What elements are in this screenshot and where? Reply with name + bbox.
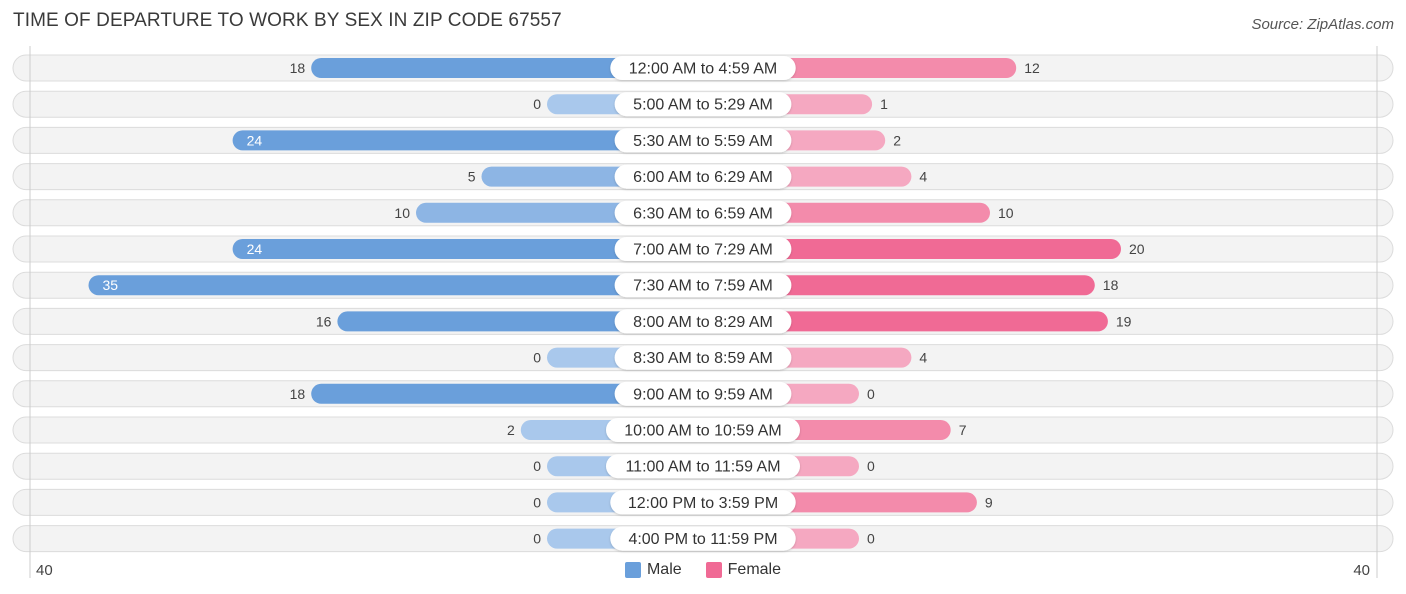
legend-label-female: Female [727, 561, 782, 578]
category-label: 12:00 PM to 3:59 PM [628, 495, 778, 512]
legend: Male Female [0, 561, 1406, 579]
value-label-female: 10 [998, 205, 1014, 221]
category-label: 9:00 AM to 9:59 AM [633, 386, 773, 403]
chart-area: 18 12 12:00 AM to 4:59 AM 0 1 5:00 AM to 5:29… [12, 46, 1394, 578]
value-label-female: 12 [1024, 60, 1040, 76]
legend-item-female[interactable]: Female [705, 561, 782, 579]
value-label-female: 0 [867, 531, 875, 547]
value-label-male: 16 [316, 313, 332, 329]
value-label-male: 0 [533, 458, 541, 474]
category-label: 11:00 AM to 11:59 AM [625, 459, 780, 476]
value-label-female: 0 [867, 458, 875, 474]
category-label: 6:30 AM to 6:59 AM [633, 205, 773, 222]
category-label: 8:00 AM to 8:29 AM [633, 314, 773, 331]
legend-swatch-male [624, 562, 641, 578]
value-label-female: 2 [893, 132, 901, 148]
value-label-female: 7 [959, 422, 967, 438]
value-label-male: 10 [394, 205, 410, 221]
value-label-male: 5 [468, 169, 476, 185]
category-label: 7:00 AM to 7:29 AM [633, 242, 773, 259]
value-label-male: 0 [533, 494, 541, 510]
legend-label-male: Male [646, 561, 682, 578]
value-label-male: 2 [507, 422, 515, 438]
value-label-female: 9 [985, 494, 993, 510]
category-label: 7:30 AM to 7:59 AM [633, 278, 773, 295]
value-label-female: 18 [1103, 277, 1119, 293]
category-label: 4:00 PM to 11:59 PM [628, 531, 777, 548]
legend-item-male[interactable]: Male [624, 561, 682, 579]
category-label: 6:00 AM to 6:29 AM [633, 169, 773, 186]
value-label-female: 19 [1116, 313, 1132, 329]
legend-swatch-female [705, 562, 722, 578]
value-label-male: 18 [290, 60, 306, 76]
bar-male[interactable] [88, 275, 704, 296]
value-label-female: 0 [867, 386, 875, 402]
value-label-male: 24 [247, 241, 263, 257]
value-label-female: 20 [1129, 241, 1145, 257]
category-label: 5:30 AM to 5:59 AM [633, 133, 773, 150]
value-label-female: 4 [919, 169, 927, 185]
value-label-male: 35 [103, 277, 119, 293]
value-label-male: 0 [533, 531, 541, 547]
value-label-male: 0 [533, 96, 541, 112]
value-label-female: 1 [880, 96, 888, 112]
value-label-male: 0 [533, 350, 541, 366]
value-label-male: 24 [247, 132, 263, 148]
category-label: 10:00 AM to 10:59 AM [624, 423, 781, 440]
category-label: 12:00 AM to 4:59 AM [629, 61, 778, 78]
value-label-male: 18 [290, 386, 306, 402]
category-label: 8:30 AM to 8:59 AM [633, 350, 773, 367]
category-label: 5:00 AM to 5:29 AM [633, 97, 773, 114]
value-label-female: 4 [919, 350, 927, 366]
